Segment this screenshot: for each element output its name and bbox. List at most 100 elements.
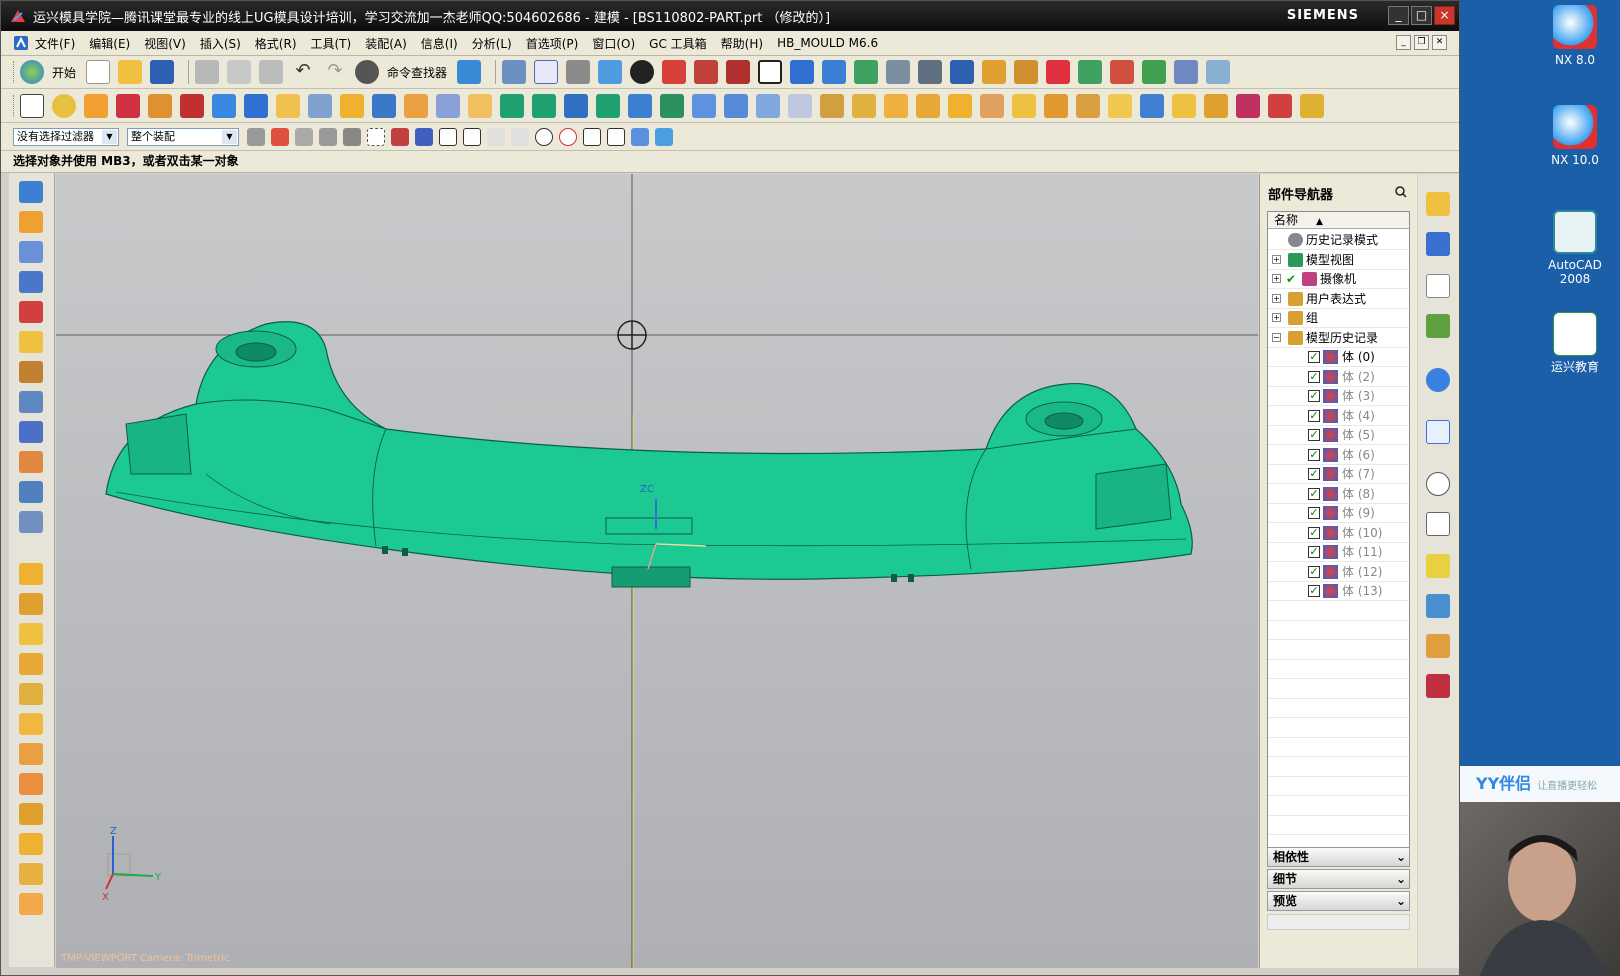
snap-point-icon[interactable] (391, 127, 409, 146)
doc-restore-button[interactable]: ❐ (1414, 35, 1429, 50)
body-checkbox[interactable]: ✓ (1308, 565, 1320, 578)
view-orient-icon[interactable] (457, 60, 482, 84)
redo-icon[interactable]: ↷ (323, 60, 347, 84)
body-checkbox[interactable]: ✓ (1308, 370, 1320, 383)
roles-tab-icon[interactable] (1426, 594, 1450, 618)
intersect-icon[interactable] (564, 93, 588, 118)
ruled-icon[interactable] (1108, 93, 1132, 118)
tree-node-body[interactable]: ✓ 体 (4) (1268, 406, 1409, 426)
tree-node-groups[interactable]: + 组 (1268, 308, 1409, 328)
chart-icon[interactable] (1078, 60, 1103, 84)
expand-icon[interactable]: + (1272, 293, 1281, 303)
offset-icon[interactable] (468, 93, 492, 118)
move-icon[interactable] (822, 60, 847, 84)
body-checkbox[interactable]: ✓ (1308, 526, 1320, 539)
chamfer-icon[interactable] (372, 93, 396, 118)
tree-node-model-views[interactable]: + 模型视图 (1268, 250, 1409, 270)
start-icon[interactable] (20, 60, 44, 84)
angle-icon[interactable] (1014, 60, 1039, 84)
body-checkbox[interactable]: ✓ (1308, 429, 1320, 441)
paste-icon[interactable] (259, 60, 284, 84)
measure-icon[interactable] (982, 60, 1007, 84)
toolbar-grip[interactable] (13, 94, 16, 117)
select-body-icon[interactable] (319, 127, 337, 146)
minimize-button[interactable]: _ (1388, 6, 1409, 25)
sphere-icon[interactable] (308, 93, 332, 118)
menu-file[interactable]: 文件(F) (35, 35, 75, 52)
save-icon[interactable] (150, 60, 175, 84)
snap-on-curve-icon[interactable] (583, 127, 601, 146)
box-icon[interactable] (726, 60, 751, 84)
mold-tool-icon[interactable] (1300, 93, 1324, 118)
extract-icon[interactable] (724, 93, 748, 118)
copy-icon[interactable] (227, 60, 252, 84)
menu-window[interactable]: 窗口(O) (592, 35, 635, 52)
face-blend-icon[interactable] (19, 211, 43, 233)
mesh-surface-icon[interactable] (19, 241, 43, 263)
bridge-icon[interactable] (19, 361, 43, 383)
extrude-icon[interactable] (84, 93, 108, 118)
mirror-icon[interactable] (692, 93, 716, 118)
through-curves-icon[interactable] (1012, 93, 1036, 118)
body-checkbox[interactable]: ✓ (1308, 487, 1320, 500)
doc-minimize-button[interactable]: _ (1396, 35, 1411, 50)
render-style-icon[interactable] (630, 60, 655, 84)
cylinder-icon[interactable] (244, 93, 268, 118)
tree-node-body[interactable]: ✓ 体 (11) (1268, 542, 1409, 562)
menu-edit[interactable]: 编辑(E) (89, 35, 130, 52)
tree-node-body[interactable]: ✓ 体 (2) (1268, 367, 1409, 387)
unite-icon[interactable] (500, 93, 524, 118)
move-object-icon[interactable] (19, 563, 43, 585)
info-tab-icon[interactable] (1426, 368, 1450, 392)
body-copy-icon[interactable] (19, 683, 43, 705)
csys-icon[interactable] (790, 60, 815, 84)
explode-icon[interactable] (1236, 93, 1260, 118)
menu-assembly[interactable]: 装配(A) (365, 35, 407, 52)
selection-icon[interactable] (502, 60, 527, 84)
section-dependencies[interactable]: 相依性 ⌄ (1267, 847, 1410, 867)
blend-icon[interactable] (340, 93, 364, 118)
tree-node-cameras[interactable]: + ✔ 摄像机 (1268, 269, 1409, 289)
extend-sheet-icon[interactable] (19, 331, 43, 353)
measure-distance-icon[interactable] (19, 623, 43, 645)
ejector-icon[interactable] (19, 893, 43, 915)
tree-node-history-mode[interactable]: 历史记录模式 (1268, 230, 1409, 250)
desktop-icon-nx10[interactable]: NX 10.0 (1535, 105, 1615, 167)
menu-hb-mould[interactable]: HB_MOULD M6.6 (777, 36, 878, 50)
styled-sweep-icon[interactable] (19, 451, 43, 473)
snap-existing-icon[interactable] (559, 127, 577, 146)
pattern-icon[interactable] (660, 93, 684, 118)
cone-icon[interactable] (276, 93, 300, 118)
snap-pole-icon[interactable] (631, 127, 649, 146)
graphics-viewport[interactable]: ZC Z Y X TMP-VIEWPORT Camera: Trimetric (56, 174, 1258, 968)
yy-companion-banner[interactable]: YY伴侣 让直播更轻松 (1460, 766, 1620, 802)
body-checkbox[interactable]: ✓ (1308, 507, 1320, 519)
snap-end-icon[interactable] (415, 127, 433, 146)
menu-view[interactable]: 视图(V) (144, 35, 186, 52)
replace-face-icon[interactable] (820, 93, 844, 118)
part-navigator-tab-icon[interactable] (1426, 274, 1450, 298)
web-browser-tab-icon[interactable] (1426, 420, 1450, 444)
split-body-icon[interactable] (628, 93, 652, 118)
edge-blend-icon[interactable] (19, 181, 43, 203)
doc-close-button[interactable]: ✕ (1432, 35, 1447, 50)
body-checkbox[interactable]: ✓ (1308, 468, 1320, 480)
wave-icon[interactable] (1268, 93, 1292, 118)
layer-icon[interactable] (854, 60, 879, 84)
tree-node-body[interactable]: ✓ 体 (6) (1268, 445, 1409, 465)
standard-part-icon[interactable] (19, 863, 43, 885)
trim-body-icon[interactable] (596, 93, 620, 118)
subtract-icon[interactable] (532, 93, 556, 118)
transform-icon[interactable] (19, 593, 43, 615)
section-details[interactable]: 细节 ⌄ (1267, 869, 1410, 889)
snap-on-surface-icon[interactable] (607, 127, 625, 146)
system-materials-tab-icon[interactable] (1426, 674, 1450, 698)
menu-tools[interactable]: 工具(T) (311, 35, 352, 52)
patch-icon[interactable] (788, 93, 812, 118)
fit-view-icon[interactable] (534, 60, 559, 84)
move-face-icon[interactable] (852, 93, 876, 118)
menu-format[interactable]: 格式(R) (255, 35, 297, 52)
sketch-icon[interactable] (20, 93, 44, 118)
cut-icon[interactable] (195, 60, 220, 84)
clip-icon[interactable] (694, 60, 719, 84)
